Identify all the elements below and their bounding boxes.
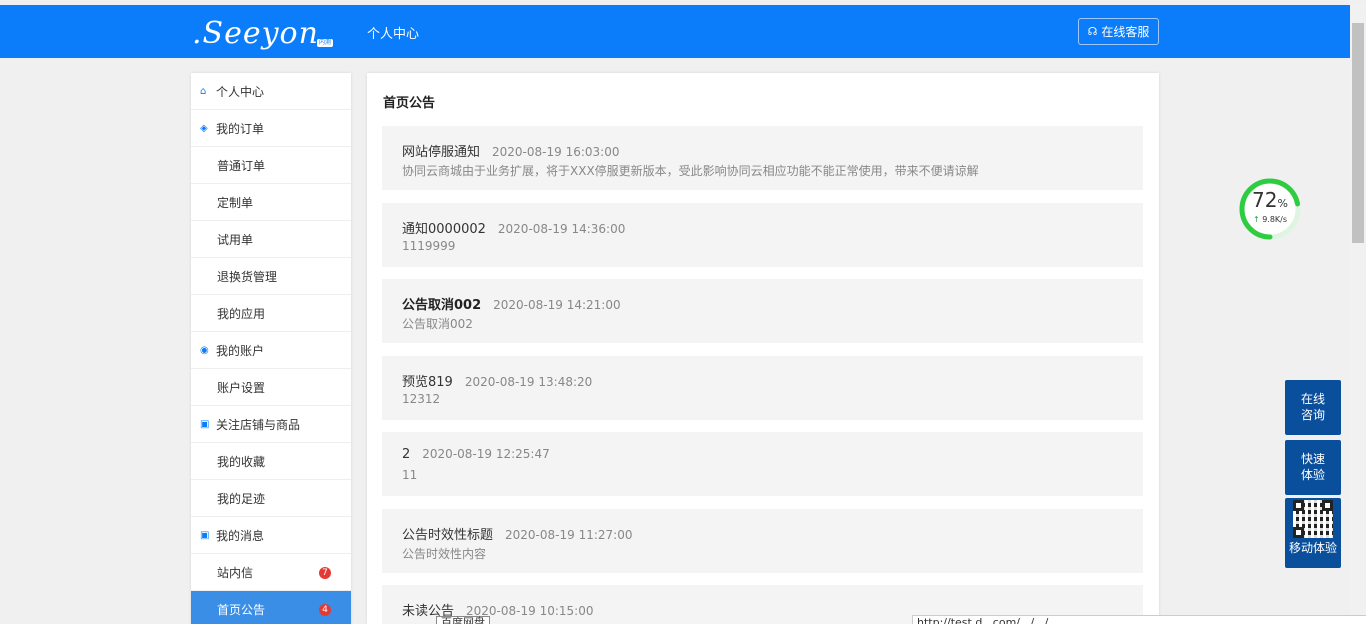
notice-time: 2020-08-19 14:36:00 <box>497 222 626 236</box>
notice-card[interactable]: 预览819 2020-08-19 13:48:20 12312 <box>382 356 1143 420</box>
notice-title-row: 网站停服通知 2020-08-19 16:03:00 <box>402 141 619 160</box>
notice-title-row: 2 2020-08-19 12:25:47 <box>402 447 550 462</box>
quick-trial-button[interactable]: 快速 体验 <box>1285 440 1341 495</box>
notice-time: 2020-08-19 16:03:00 <box>492 145 620 159</box>
square-icon: ▣ <box>200 418 210 430</box>
sidebar-item[interactable]: 账户设置 <box>191 369 351 406</box>
notice-time: 2020-08-19 13:48:20 <box>464 375 593 389</box>
sidebar-item[interactable]: 退换货管理 <box>191 258 351 295</box>
page-scrollbar[interactable] <box>1350 5 1366 624</box>
sidebar-item-label: 我的消息 <box>216 528 265 543</box>
sidebar-item[interactable]: ◈ 我的订单 <box>191 110 351 147</box>
seeyon-logo[interactable]: .Seeyon 内测 <box>192 17 342 51</box>
notice-content: 公告时效性内容 <box>402 547 487 561</box>
online-service-button[interactable]: ☊ 在线客服 <box>1078 18 1159 45</box>
online-consult-label: 在线 咨询 <box>1300 392 1325 422</box>
notice-title: 公告时效性标题 <box>402 528 494 543</box>
sidebar: ⌂ 个人中心 ◈ 我的订单普通订单定制单试用单退换货管理我的应用 ◉ 我的账户账户设置 ▣ 关… <box>191 73 351 624</box>
tooltip: 百度网盘 <box>436 616 490 624</box>
notice-card[interactable]: 网站停服通知 2020-08-19 16:03:00 协同云商城由于业务扩展，将于X… <box>382 126 1143 190</box>
notice-content: 12312 <box>402 392 441 406</box>
quick-trial-label: 快速 体验 <box>1300 452 1325 482</box>
upload-arrow-icon: ↑ <box>1252 215 1260 224</box>
logo-badge: 内测 <box>317 39 334 47</box>
sidebar-item-label: 我的账户 <box>216 343 265 358</box>
gauge-percent: 72% <box>1252 188 1288 212</box>
top-header: .Seeyon 内测 个人中心 ☊ 在线客服 <box>0 5 1350 58</box>
notice-card[interactable]: 2 2020-08-19 12:25:47 11 <box>382 432 1143 496</box>
sidebar-item[interactable]: ◉ 我的账户 <box>191 332 351 369</box>
sidebar-item-label: 我的订单 <box>216 121 265 136</box>
notice-title: 2 <box>402 447 411 462</box>
sidebar-item[interactable]: 站内信 7 <box>191 554 351 591</box>
notice-card[interactable]: 公告时效性标题 2020-08-19 11:27:00 公告时效性内容 <box>382 509 1143 573</box>
online-consult-button[interactable]: 在线 咨询 <box>1285 380 1341 435</box>
notice-title-row: 公告取消002 2020-08-19 14:21:00 <box>402 294 621 313</box>
mobile-trial-button[interactable]: 移动体验 <box>1285 498 1341 568</box>
sidebar-item[interactable]: 普通订单 <box>191 147 351 184</box>
notice-title: 网站停服通知 <box>402 145 481 160</box>
scroll-thumb[interactable] <box>1352 23 1364 243</box>
sidebar-item-label: 我的足迹 <box>217 491 266 506</box>
notice-title: 公告取消002 <box>402 298 482 313</box>
panel-title: 首页公告 <box>383 96 436 111</box>
online-service-label: 在线客服 <box>1101 25 1150 39</box>
notice-content: 公告取消002 <box>402 317 473 331</box>
notice-content: 协同云商城由于业务扩展，将于XXX停服更新版本，受此影响协同云相应功能不能正常使… <box>402 164 979 178</box>
sidebar-item-label: 退换货管理 <box>217 269 278 284</box>
square-icon: ▣ <box>200 529 210 541</box>
sidebar-item[interactable]: ▣ 关注店铺与商品 <box>191 406 351 443</box>
logo-text: .Seeyon <box>192 16 319 51</box>
page-title: 个人中心 <box>367 27 420 42</box>
sidebar-item-label: 我的应用 <box>217 306 266 321</box>
sidebar-item[interactable]: 首页公告 4 <box>191 591 351 624</box>
sidebar-item-label: 普通订单 <box>217 158 266 173</box>
notice-title-row: 未读公告 2020-08-19 10:15:00 <box>402 600 593 619</box>
mobile-trial-label: 移动体验 <box>1288 541 1337 555</box>
notice-time: 2020-08-19 14:21:00 <box>493 298 621 312</box>
sidebar-item[interactable]: 我的足迹 <box>191 480 351 517</box>
sidebar-item[interactable]: 我的收藏 <box>191 443 351 480</box>
sidebar-item-label: 我的收藏 <box>217 454 266 469</box>
qr-code-icon <box>1293 500 1333 538</box>
notice-content: 1119999 <box>402 239 456 253</box>
account-icon: ◉ <box>200 344 209 356</box>
gauge-speed: ↑ 9.8K/s <box>1252 215 1288 224</box>
notice-time: 2020-08-19 12:25:47 <box>422 447 550 461</box>
notice-time: 2020-08-19 11:27:00 <box>505 528 633 542</box>
status-url-bar: http://test.d...com/.../.../... <box>912 615 1366 624</box>
unread-badge: 7 <box>319 567 331 579</box>
notice-card[interactable]: 公告取消002 2020-08-19 14:21:00 公告取消002 <box>382 279 1143 343</box>
sidebar-item-label: 首页公告 <box>217 602 266 617</box>
sidebar-item-label: 个人中心 <box>216 84 265 99</box>
notice-title-row: 通知0000002 2020-08-19 14:36:00 <box>402 218 625 237</box>
sidebar-item[interactable]: 我的应用 <box>191 295 351 332</box>
notice-title-row: 公告时效性标题 2020-08-19 11:27:00 <box>402 524 632 543</box>
sidebar-item-label: 关注店铺与商品 <box>216 417 301 432</box>
notice-panel: 首页公告 网站停服通知 2020-08-19 16:03:00 协同云商城由于业务扩… <box>367 73 1159 624</box>
sidebar-item[interactable]: ⌂ 个人中心 <box>191 73 351 110</box>
sidebar-item-label: 站内信 <box>217 565 254 580</box>
notice-card[interactable]: 通知0000002 2020-08-19 14:36:00 1119999 <box>382 203 1143 267</box>
sidebar-item-label: 试用单 <box>217 232 254 247</box>
layers-icon: ◈ <box>200 122 208 134</box>
sidebar-item[interactable]: ▣ 我的消息 <box>191 517 351 554</box>
unread-badge: 4 <box>319 604 331 616</box>
sidebar-item-label: 账户设置 <box>217 380 266 395</box>
notice-title: 预览819 <box>402 375 453 390</box>
sidebar-item[interactable]: 试用单 <box>191 221 351 258</box>
sidebar-item[interactable]: 定制单 <box>191 184 351 221</box>
notice-title: 通知0000002 <box>402 222 486 237</box>
sidebar-item-label: 定制单 <box>217 195 254 210</box>
notice-content: 11 <box>402 468 418 482</box>
network-speed-gauge[interactable]: 72% ↑ 9.8K/s <box>1237 176 1303 242</box>
headset-icon: ☊ <box>1087 25 1098 38</box>
home-icon: ⌂ <box>200 85 207 97</box>
notice-title-row: 预览819 2020-08-19 13:48:20 <box>402 371 592 390</box>
